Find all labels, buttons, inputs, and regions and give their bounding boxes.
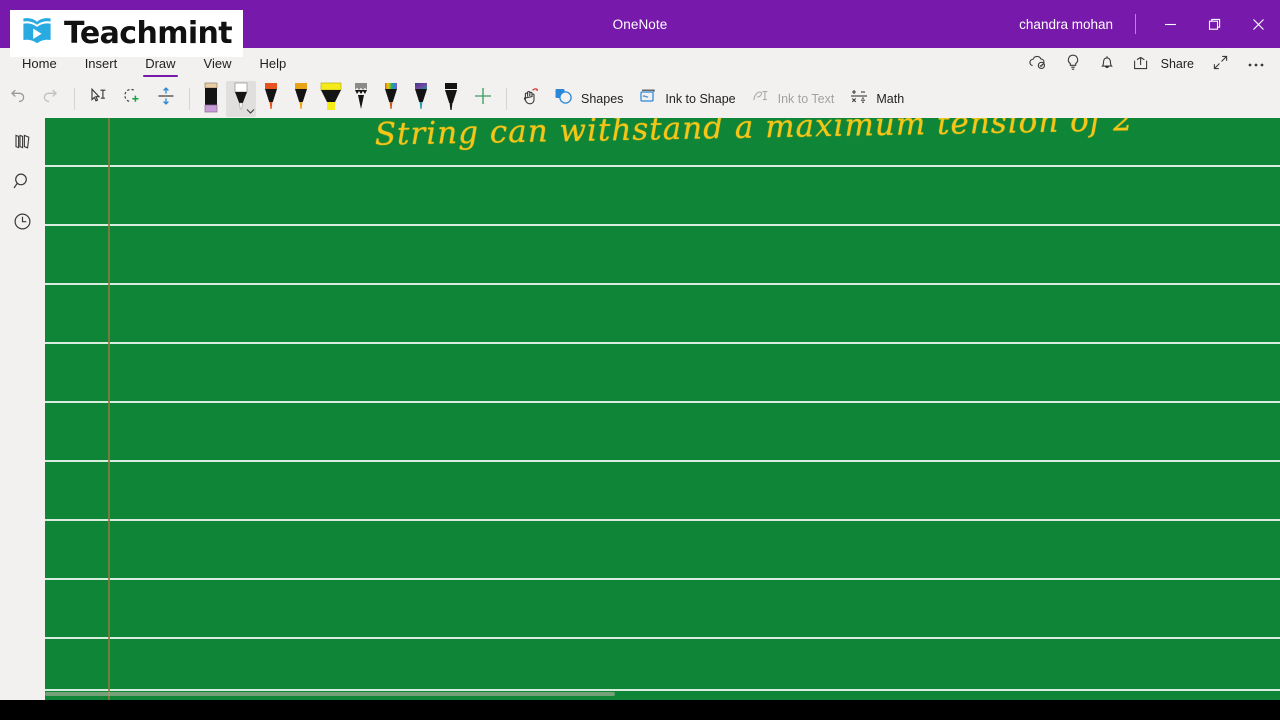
search-icon — [12, 171, 33, 197]
margin-line — [108, 118, 110, 700]
ink-to-text-icon — [750, 86, 772, 111]
tab-help[interactable]: Help — [246, 48, 301, 79]
more-options-button[interactable] — [1238, 48, 1274, 79]
math-icon — [848, 86, 870, 111]
note-canvas[interactable]: String can withstand a maximum tension o… — [45, 118, 1280, 700]
open-book-play-icon — [18, 12, 56, 55]
shapes-icon — [553, 86, 575, 111]
bottom-letterbox — [0, 700, 1280, 720]
ruled-line — [45, 224, 1280, 226]
share-button[interactable]: Share — [1124, 48, 1203, 79]
shapes-label: Shapes — [581, 91, 624, 106]
redo-button[interactable] — [34, 82, 68, 116]
sidebar-item-search[interactable] — [0, 164, 45, 204]
left-nav-rail — [0, 118, 45, 720]
lasso-plus-icon — [121, 86, 143, 111]
undo-button[interactable] — [0, 82, 34, 116]
lasso-select-button[interactable] — [115, 82, 149, 116]
ink-to-shape-label: Ink to Shape — [665, 91, 736, 106]
tell-me-button[interactable] — [1056, 48, 1090, 79]
tab-insert-label: Insert — [84, 56, 118, 71]
undo-arrow-icon — [7, 87, 27, 110]
onenote-window: OneNote chandra mohan Home Insert Draw V… — [0, 0, 1280, 720]
ruled-line — [45, 283, 1280, 285]
insert-space-arrows-icon — [155, 86, 177, 111]
tab-view-label: View — [203, 56, 232, 71]
tab-draw-label: Draw — [145, 56, 176, 71]
sync-status-button[interactable] — [1019, 48, 1056, 79]
expand-diagonal-icon — [1212, 54, 1229, 74]
draw-ribbon: Shapes Ink to Shape Ink to Text Math — [0, 79, 1280, 118]
minimize-button[interactable] — [1148, 0, 1192, 48]
lasso-text-select-icon — [87, 86, 109, 111]
insert-space-button[interactable] — [149, 82, 183, 116]
tab-underline — [143, 74, 178, 77]
title-bar-right: chandra mohan — [1019, 0, 1280, 48]
plus-icon — [472, 85, 494, 112]
add-pen-button[interactable] — [466, 82, 500, 116]
ribbon-divider — [506, 87, 507, 110]
ink-to-text-label: Ink to Text — [777, 91, 835, 106]
ruled-line — [45, 689, 1280, 691]
math-label: Math — [876, 91, 905, 106]
handwritten-ink: String can withstand a maximum tension o… — [374, 118, 1135, 153]
tool-pen-gold[interactable] — [286, 81, 316, 117]
sidebar-item-recent[interactable] — [0, 204, 45, 244]
ribbon-divider — [189, 87, 190, 110]
title-divider — [1135, 14, 1136, 34]
ruled-line — [45, 460, 1280, 462]
ink-to-text-button[interactable]: Ink to Text — [744, 82, 843, 116]
teachmint-logo: Teachmint — [10, 10, 243, 57]
tool-pencil-gray[interactable] — [346, 81, 376, 117]
tool-highlighter-yellow[interactable] — [316, 81, 346, 117]
ink-to-shape-icon — [637, 86, 659, 111]
clock-icon — [12, 211, 33, 237]
hand-draw-icon — [519, 85, 541, 112]
sidebar-item-notebooks[interactable] — [0, 124, 45, 164]
tool-pen-rainbow[interactable] — [376, 81, 406, 117]
ruled-line — [45, 342, 1280, 344]
ruled-line — [45, 578, 1280, 580]
close-button[interactable] — [1236, 0, 1280, 48]
account-name[interactable]: chandra mohan — [1019, 17, 1131, 32]
tab-home-label: Home — [22, 56, 57, 71]
ruled-line — [45, 637, 1280, 639]
tool-pen-black[interactable] — [436, 81, 466, 117]
cloud-sync-icon — [1028, 54, 1047, 73]
redo-arrow-icon — [41, 87, 61, 110]
books-icon — [12, 132, 34, 157]
lightbulb-icon — [1065, 54, 1081, 74]
ruled-line — [45, 401, 1280, 403]
menu-bar-actions: Share — [1019, 48, 1274, 79]
draw-with-touch-button[interactable] — [513, 82, 547, 116]
chevron-down-icon[interactable] — [246, 108, 255, 115]
bell-notification-icon — [1099, 54, 1115, 74]
math-button[interactable]: Math — [842, 82, 912, 116]
teachmint-wordmark: Teachmint — [64, 16, 233, 51]
horizontal-scrollbar[interactable] — [45, 692, 615, 696]
expand-ribbon-button[interactable] — [1203, 48, 1238, 79]
ink-to-shape-button[interactable]: Ink to Shape — [631, 82, 743, 116]
notifications-button[interactable] — [1090, 48, 1124, 79]
tool-pen-orange[interactable] — [256, 81, 286, 117]
share-label: Share — [1160, 56, 1194, 71]
ribbon-divider — [74, 87, 75, 110]
tool-pen-galaxy[interactable] — [406, 81, 436, 117]
ellipsis-icon — [1247, 57, 1265, 71]
tab-help-label: Help — [259, 56, 287, 71]
tool-pen-white[interactable] — [226, 80, 256, 117]
tool-eraser[interactable] — [196, 81, 226, 117]
share-icon — [1133, 55, 1150, 73]
restore-button[interactable] — [1192, 0, 1236, 48]
lasso-text-select-button[interactable] — [81, 82, 115, 116]
shapes-button[interactable]: Shapes — [547, 82, 631, 116]
ruled-line — [45, 519, 1280, 521]
